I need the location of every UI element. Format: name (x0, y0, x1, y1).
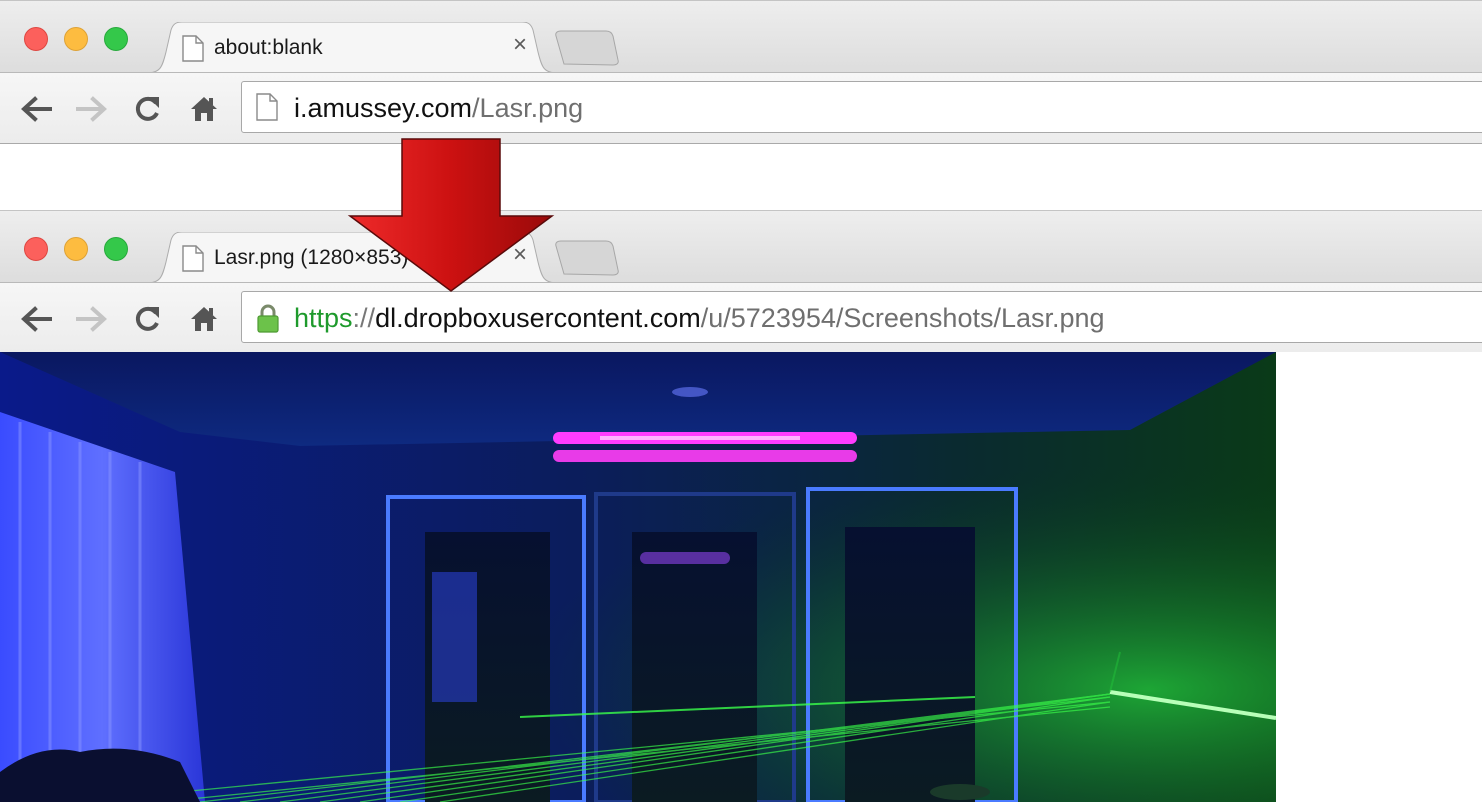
new-tab-button[interactable] (552, 240, 620, 276)
maximize-window-button[interactable] (104, 27, 128, 51)
arrow-right-icon[interactable] (76, 95, 108, 123)
url-text: i.amussey.com/Lasr.png (294, 92, 583, 124)
browser-window-before: about:blank × i.amussey.com/Lasr.png (0, 0, 1482, 144)
page-viewport (0, 352, 1482, 802)
url-host: dl.dropboxusercontent.com (375, 303, 701, 333)
address-bar[interactable]: i.amussey.com/Lasr.png (241, 81, 1482, 133)
close-window-button[interactable] (24, 237, 48, 261)
arrow-right-icon[interactable] (76, 305, 108, 333)
tab-active[interactable]: about:blank × (146, 22, 558, 73)
arrow-left-icon[interactable] (20, 305, 52, 333)
close-tab-button[interactable]: × (508, 33, 532, 57)
url-separator: :// (352, 303, 376, 333)
toolbar-divider (0, 143, 1482, 144)
home-icon[interactable] (188, 95, 220, 123)
page-icon (182, 35, 204, 62)
minimize-window-button[interactable] (64, 237, 88, 261)
tab-title: about:blank (214, 36, 323, 59)
url-path: /u/5723954/Screenshots/Lasr.png (700, 303, 1105, 333)
close-window-button[interactable] (24, 27, 48, 51)
home-icon[interactable] (188, 305, 220, 333)
reload-icon[interactable] (132, 305, 164, 333)
maximize-window-button[interactable] (104, 237, 128, 261)
page-icon (256, 93, 278, 121)
laser-room-photo (0, 352, 1276, 802)
arrow-down-icon (347, 138, 555, 292)
toolbar: https://dl.dropboxusercontent.com/u/5723… (0, 282, 1482, 354)
reload-icon[interactable] (132, 95, 164, 123)
new-tab-button[interactable] (552, 30, 620, 66)
tab-strip: Lasr.png (1280×853) × (0, 210, 1482, 283)
page-icon (182, 245, 204, 272)
tab-strip: about:blank × (0, 0, 1482, 73)
browser-window-after: Lasr.png (1280×853) × https://dl.dropbox (0, 210, 1482, 802)
arrow-left-icon[interactable] (20, 95, 52, 123)
minimize-window-button[interactable] (64, 27, 88, 51)
toolbar: i.amussey.com/Lasr.png (0, 72, 1482, 144)
tab-shape (146, 22, 558, 73)
window-edge (0, 210, 1482, 211)
url-text: https://dl.dropboxusercontent.com/u/5723… (294, 302, 1105, 334)
url-host: i.amussey.com (294, 93, 473, 123)
window-edge (0, 0, 1482, 1)
address-bar[interactable]: https://dl.dropboxusercontent.com/u/5723… (241, 291, 1482, 343)
url-path: /Lasr.png (472, 93, 584, 123)
url-scheme: https (294, 303, 353, 333)
lock-icon (257, 304, 279, 333)
